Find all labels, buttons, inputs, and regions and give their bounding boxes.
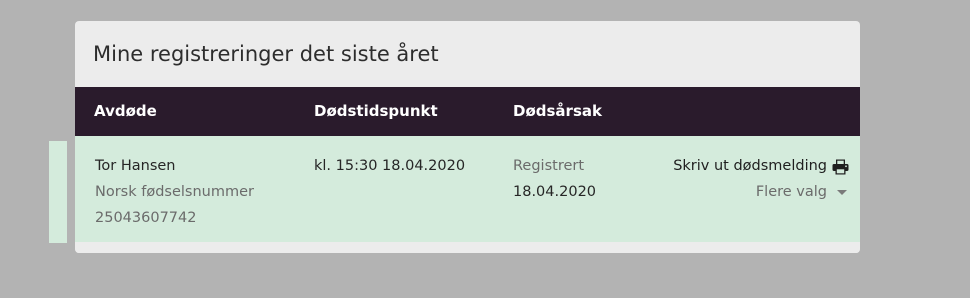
page: Mine registreringer det siste året Avdød… [0, 0, 970, 298]
more-options-dropdown[interactable]: Flere valg [756, 179, 849, 205]
cause-date: 18.04.2020 [513, 184, 597, 200]
print-death-notice-label: Skriv ut dødsmelding [673, 158, 827, 174]
more-options-label: Flere valg [755, 184, 827, 200]
card-title: Mine registreringer det siste året [93, 42, 439, 66]
printer-icon [832, 158, 849, 175]
table-row: Tor Hansen Norsk fødselsnummer 250436077… [75, 136, 860, 242]
table-header: Avdøde Dødstidspunkt Dødsårsak [75, 87, 860, 136]
card-footer-spacer [75, 242, 860, 253]
column-header-time-of-death: Dødstidspunkt [314, 102, 438, 120]
deceased-name: Tor Hansen [95, 158, 176, 174]
row-actions: Skriv ut dødsmelding Flere valg [673, 153, 849, 205]
registrations-card: Mine registreringer det siste året Avdød… [75, 21, 860, 253]
cause-status: Registrert [513, 158, 585, 174]
id-type-label: Norsk fødselsnummer [95, 184, 254, 200]
id-number: 25043607742 [95, 210, 197, 226]
column-header-cause-of-death: Dødsårsak [513, 102, 602, 120]
caret-down-icon [837, 189, 847, 195]
time-of-death-value: kl. 15:30 18.04.2020 [314, 158, 466, 174]
row-selection-indicator [49, 141, 67, 243]
column-header-deceased: Avdøde [94, 102, 157, 120]
print-death-notice-button[interactable]: Skriv ut dødsmelding [673, 153, 849, 179]
deceased-cell: Tor Hansen Norsk fødselsnummer 250436077… [95, 153, 254, 231]
cause-of-death-cell: Registrert 18.04.2020 [513, 153, 596, 205]
time-of-death-cell: kl. 15:30 18.04.2020 [314, 153, 465, 179]
